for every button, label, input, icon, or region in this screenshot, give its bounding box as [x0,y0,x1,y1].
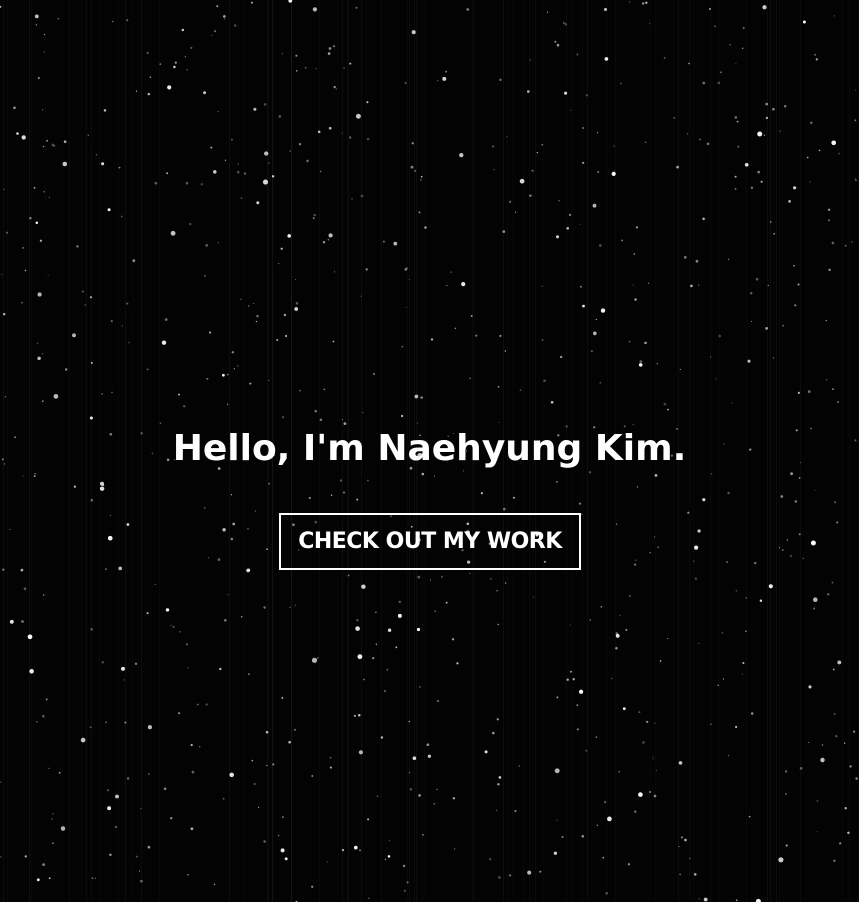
hero-section: Hello, I'm Naehyung Kim. CHECK OUT MY WO… [0,0,859,902]
check-out-my-work-button[interactable]: CHECK OUT MY WORK [279,513,581,570]
hero-title: Hello, I'm Naehyung Kim. [172,428,687,469]
